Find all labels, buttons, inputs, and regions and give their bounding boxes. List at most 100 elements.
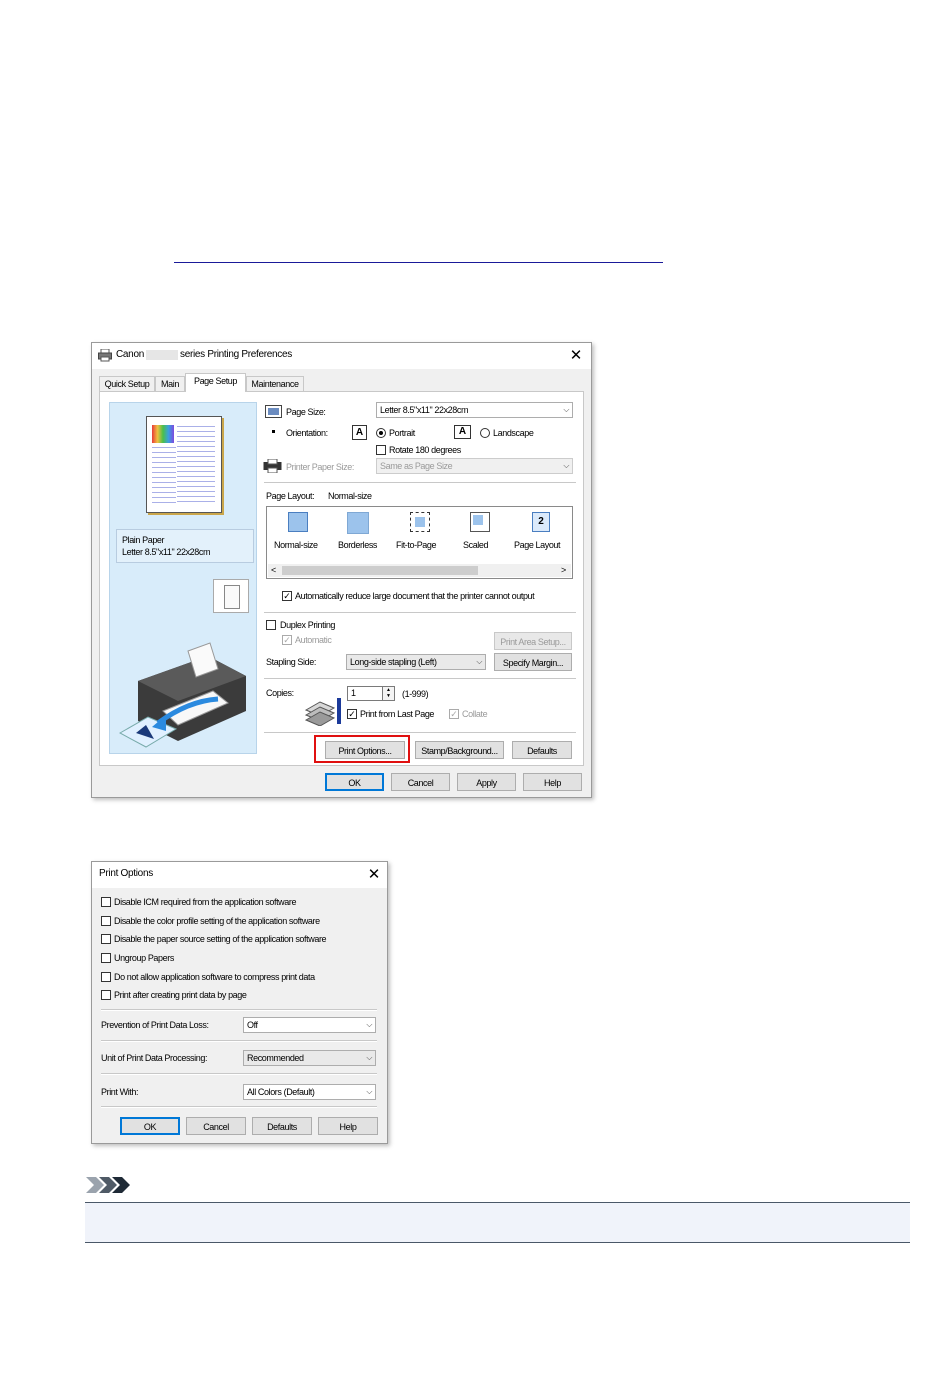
separator: [264, 732, 576, 734]
options-defaults-button[interactable]: Defaults: [252, 1117, 312, 1135]
apply-button[interactable]: Apply: [457, 773, 516, 791]
tab-page-setup[interactable]: Page Setup: [185, 373, 246, 392]
layout-option-label: Fit-to-Page: [396, 540, 437, 550]
prevention-select[interactable]: Off ⌵: [243, 1017, 376, 1033]
landscape-label: Landscape: [493, 428, 534, 438]
note-icon: [86, 1177, 130, 1193]
no-compress-checkbox[interactable]: [101, 972, 111, 982]
auto-reduce-label: Automatically reduce large document that…: [295, 591, 535, 601]
page-layout-icon: 2: [532, 512, 550, 532]
unit-value: Recommended: [247, 1053, 304, 1063]
scroll-right-icon[interactable]: >: [561, 564, 566, 577]
title-bar: Print Options ✕: [92, 862, 387, 888]
page-order-icon: [304, 698, 341, 726]
page-layout-list[interactable]: Normal-size Borderless Fit-to-Page Scale…: [266, 506, 573, 579]
paper-output-icon: [213, 579, 249, 613]
print-options-button[interactable]: Print Options...: [325, 741, 405, 759]
disable-color-profile-checkbox[interactable]: [101, 916, 111, 926]
collate-checkbox[interactable]: ✓: [449, 709, 459, 719]
stapling-side-value: Long-side stapling (Left): [350, 657, 437, 667]
options-cancel-button[interactable]: Cancel: [186, 1117, 246, 1135]
ungroup-papers-label: Ungroup Papers: [114, 953, 174, 963]
ungroup-papers-checkbox[interactable]: [101, 953, 111, 963]
printer-paper-icon: [263, 459, 282, 473]
print-options-dialog: Print Options ✕ Disable ICM required fro…: [91, 861, 388, 1144]
layout-scrollbar[interactable]: < >: [268, 564, 571, 577]
tab-maintenance[interactable]: Maintenance: [246, 376, 304, 391]
defaults-button[interactable]: Defaults: [512, 741, 572, 759]
bullet-icon: [272, 430, 275, 433]
layout-option-page-layout[interactable]: 2 Page Layout: [511, 510, 571, 560]
chevron-down-icon: ⌵: [366, 1053, 372, 1062]
stapling-side-select[interactable]: Long-side stapling (Left) ⌵: [346, 654, 486, 670]
chevron-down-icon: ⌵: [563, 405, 569, 414]
print-from-last-page-label: Print from Last Page: [360, 709, 435, 719]
printer-paper-size-label: Printer Paper Size:: [286, 462, 354, 472]
scaled-icon: [470, 512, 490, 532]
title-bar: Canon series Printing Preferences ✕: [92, 343, 591, 369]
unit-select[interactable]: Recommended ⌵: [243, 1050, 376, 1066]
page-preview: [146, 416, 222, 513]
copies-label: Copies:: [266, 688, 294, 698]
layout-option-scaled[interactable]: Scaled: [451, 510, 509, 560]
copies-spinner[interactable]: ▲ ▼: [383, 686, 395, 701]
copies-input[interactable]: 1: [347, 686, 383, 701]
page-size-value: Letter 8.5"x11" 22x28cm: [380, 405, 469, 415]
layout-option-normal-size[interactable]: Normal-size: [269, 510, 327, 560]
print-area-setup-button[interactable]: Print Area Setup...: [494, 632, 572, 650]
orientation-label: Orientation:: [286, 428, 328, 438]
disable-paper-source-checkbox[interactable]: [101, 934, 111, 944]
close-icon[interactable]: ✕: [362, 864, 386, 886]
rotate-180-checkbox[interactable]: [376, 445, 386, 455]
duplex-printing-checkbox[interactable]: [266, 620, 276, 630]
auto-reduce-checkbox[interactable]: ✓: [282, 591, 292, 601]
ok-button[interactable]: OK: [325, 773, 384, 791]
printer-icon: [98, 349, 112, 362]
borderless-icon: [347, 512, 369, 534]
options-ok-button[interactable]: OK: [120, 1117, 180, 1135]
printer-illustration: [118, 642, 246, 748]
preview-pane: Plain Paper Letter 8.5"x11" 22x28cm: [109, 402, 257, 754]
cancel-button[interactable]: Cancel: [391, 773, 450, 791]
scroll-left-icon[interactable]: <: [271, 564, 276, 577]
document-link-underline[interactable]: [174, 262, 663, 263]
disable-icm-label: Disable ICM required from the applicatio…: [114, 897, 297, 907]
media-type-text: Plain Paper: [122, 535, 165, 545]
close-icon[interactable]: ✕: [564, 345, 588, 367]
page-size-icon: [265, 405, 282, 418]
print-from-last-page-checkbox[interactable]: ✓: [347, 709, 357, 719]
portrait-radio[interactable]: [376, 428, 386, 438]
scroll-thumb[interactable]: [282, 566, 478, 575]
options-help-button[interactable]: Help: [318, 1117, 378, 1135]
separator: [101, 1073, 377, 1075]
normal-size-icon: [288, 512, 308, 532]
print-with-select[interactable]: All Colors (Default) ⌵: [243, 1084, 376, 1100]
help-button[interactable]: Help: [523, 773, 582, 791]
unit-label: Unit of Print Data Processing:: [101, 1053, 208, 1063]
prevention-value: Off: [247, 1020, 258, 1030]
layout-option-fit-to-page[interactable]: Fit-to-Page: [391, 510, 449, 560]
layout-option-borderless[interactable]: Borderless: [331, 510, 389, 560]
printer-paper-size-select[interactable]: Same as Page Size ⌵: [376, 458, 573, 474]
portrait-orientation-icon: A: [352, 425, 367, 440]
portrait-label: Portrait: [389, 428, 415, 438]
tab-quick-setup[interactable]: Quick Setup: [99, 376, 155, 391]
page-size-select[interactable]: Letter 8.5"x11" 22x28cm ⌵: [376, 402, 573, 418]
specify-margin-button[interactable]: Specify Margin...: [494, 653, 572, 671]
redacted-model-name: [146, 350, 178, 360]
separator: [264, 482, 576, 484]
copies-range: (1-999): [402, 689, 429, 699]
landscape-radio[interactable]: [480, 428, 490, 438]
collate-label: Collate: [462, 709, 488, 719]
automatic-checkbox[interactable]: ✓: [282, 635, 292, 645]
print-with-value: All Colors (Default): [247, 1087, 315, 1097]
automatic-label: Automatic: [295, 635, 332, 645]
disable-icm-checkbox[interactable]: [101, 897, 111, 907]
separator: [101, 1009, 377, 1011]
layout-option-label: Normal-size: [274, 540, 318, 550]
stapling-side-label: Stapling Side:: [266, 657, 316, 667]
print-after-creating-checkbox[interactable]: [101, 990, 111, 1000]
tab-main[interactable]: Main: [155, 376, 185, 391]
stamp-background-button[interactable]: Stamp/Background...: [415, 741, 504, 759]
chevron-down-icon: ⌵: [366, 1020, 372, 1029]
